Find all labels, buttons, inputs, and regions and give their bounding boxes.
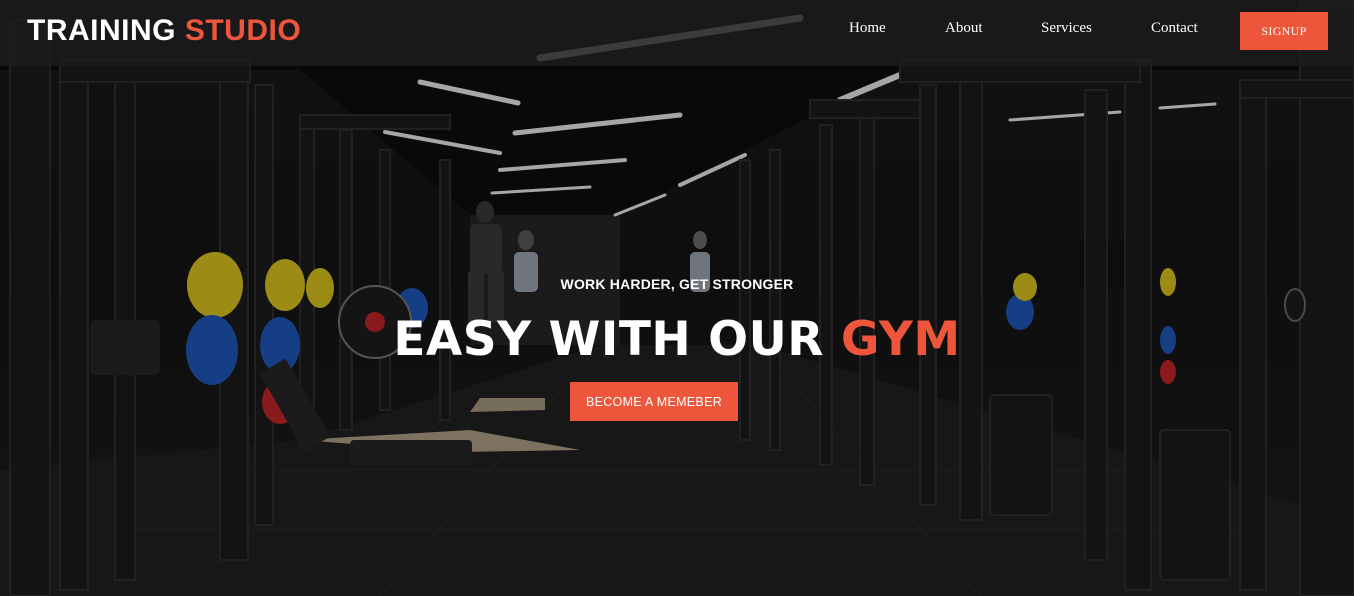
- hero-tagline: WORK HARDER, GET STRONGER: [560, 276, 794, 292]
- become-member-button[interactable]: BECOME A MEMEBER: [570, 382, 738, 421]
- hero-headline-accent: GYM: [840, 312, 961, 367]
- nav-link-about[interactable]: About: [945, 20, 983, 37]
- main-navigation: Home About Services Contact: [0, 20, 1354, 40]
- hero-headline: EASY WITH OUR GYM: [0, 312, 1354, 368]
- nav-link-contact[interactable]: Contact: [1151, 20, 1198, 37]
- site-header: TRAINING STUDIO Home About Services Cont…: [0, 0, 1354, 66]
- nav-link-home[interactable]: Home: [849, 20, 886, 37]
- hero-dark-overlay: [0, 0, 1354, 596]
- hero-headline-main: EASY WITH OUR: [393, 312, 824, 367]
- hero-background-image: [0, 0, 1354, 596]
- signup-button[interactable]: SIGNUP: [1240, 12, 1328, 50]
- nav-link-services[interactable]: Services: [1041, 20, 1092, 37]
